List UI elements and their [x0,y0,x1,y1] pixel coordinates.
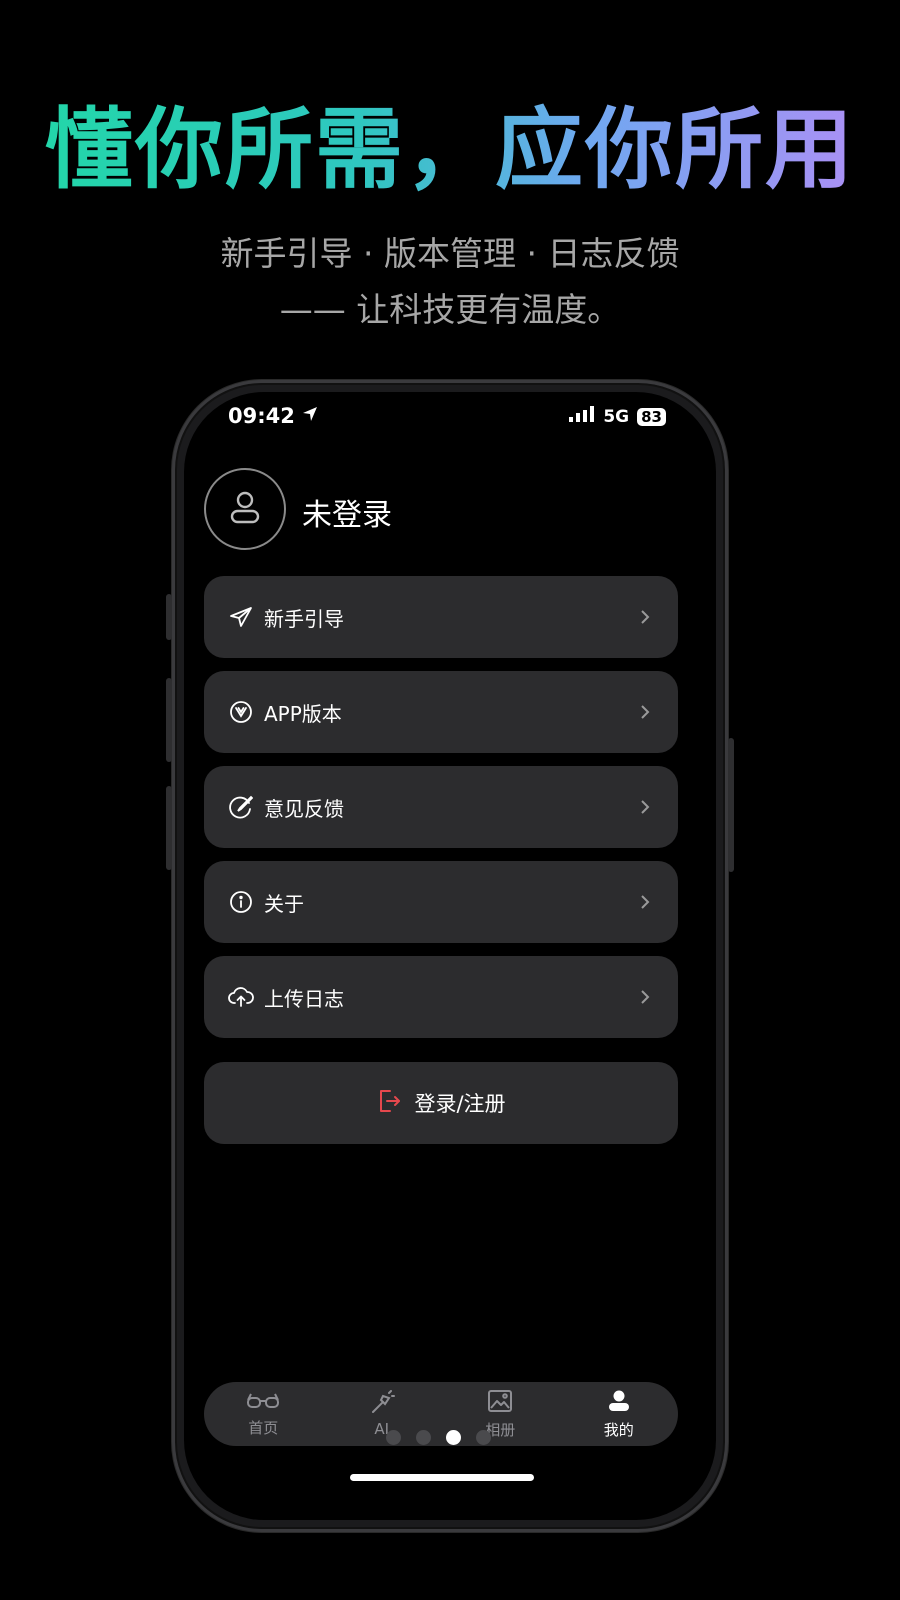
chevron-right-icon [640,702,654,722]
page-dot[interactable] [416,1430,431,1445]
phone-action-button [166,594,172,640]
tab-label: 我的 [603,1420,634,1439]
phone-volume-down-button [166,786,172,870]
menu-item-app-version[interactable]: APP版本 [204,671,678,753]
page-dot[interactable] [386,1430,401,1445]
feedback-pen-icon [228,794,254,820]
chevron-right-icon [640,797,654,817]
page-dot[interactable] [476,1430,491,1445]
signal-icon [569,406,595,427]
tab-mine[interactable]: 我的 [560,1382,679,1446]
location-arrow-icon [301,404,319,428]
tab-home[interactable]: 首页 [204,1382,323,1446]
photo-icon [487,1389,513,1417]
phone-screen: 09:42 5G 83 未登录 新手引导 APP版本 意见反馈 关于 上传日志 … [184,392,716,1520]
page-dot-active[interactable] [446,1430,461,1445]
magic-wand-icon [369,1390,395,1418]
menu-item-feedback[interactable]: 意见反馈 [204,766,678,848]
tab-label: 首页 [248,1418,279,1437]
version-badge-icon [228,699,254,725]
chevron-right-icon [640,607,654,627]
glasses-icon [246,1391,280,1415]
home-indicator[interactable] [350,1474,534,1481]
phone-volume-up-button [166,678,172,762]
network-type: 5G [603,406,630,427]
menu-item-label: APP版本 [264,701,342,726]
phone-power-button [728,738,734,872]
promo-subline-slogan: —— 让科技更有温度。 [279,290,621,329]
battery-icon: 83 [637,407,666,426]
promo-subline-features: 新手引导 · 版本管理 · 日志反馈 [220,234,680,273]
login-status[interactable]: 未登录 [302,490,392,534]
menu-item-label: 新手引导 [264,606,344,631]
menu-item-label: 上传日志 [264,986,344,1011]
status-time-text: 09:42 [228,404,295,428]
login-register-label: 登录/注册 [414,1092,506,1116]
chevron-right-icon [640,987,654,1007]
cloud-upload-icon [228,984,254,1010]
status-indicators: 5G 83 [569,406,666,427]
info-icon [228,889,254,915]
paper-plane-icon [228,604,254,630]
chevron-right-icon [640,892,654,912]
battery-level: 83 [641,407,662,426]
avatar[interactable] [204,468,286,550]
menu-item-upload-log[interactable]: 上传日志 [204,956,678,1038]
logout-door-icon [376,1088,402,1118]
promo-headline: 懂你所需，应你所用 [0,100,900,200]
menu-item-guide[interactable]: 新手引导 [204,576,678,658]
menu-item-about[interactable]: 关于 [204,861,678,943]
user-outline-icon [228,489,262,529]
status-time: 09:42 [228,404,319,428]
menu-item-label: 关于 [264,891,304,916]
page-indicator [386,1430,491,1445]
user-icon [607,1389,631,1417]
menu-item-label: 意见反馈 [264,796,344,821]
login-register-button[interactable]: 登录/注册 [204,1062,678,1144]
